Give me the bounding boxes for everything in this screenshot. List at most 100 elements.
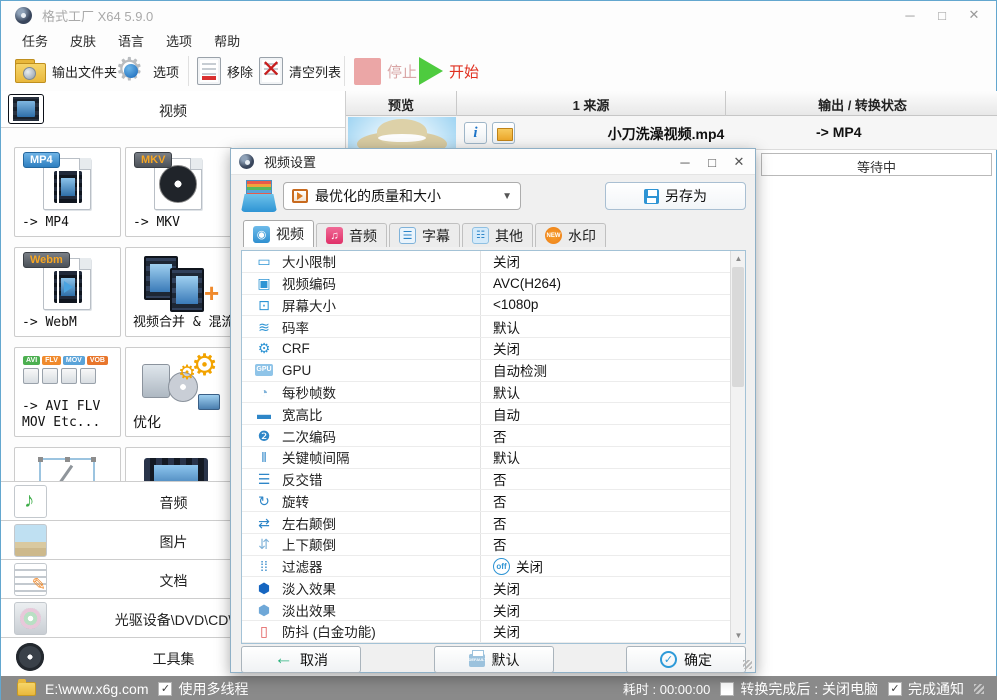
format-factory-window: 格式工厂 X64 5.9.0 ─ □ ✕ 任务 皮肤 语言 选项 帮助 输出文件… xyxy=(0,0,997,700)
setting-value[interactable]: 关闭 xyxy=(481,338,731,358)
info-button[interactable]: i xyxy=(464,122,487,144)
setting-value[interactable]: 关闭 xyxy=(481,621,731,641)
other-tab-icon: ☷ xyxy=(472,227,489,244)
tab-audio[interactable]: ♫ 音频 xyxy=(316,223,387,247)
clear-list-button[interactable]: ✕ 清空列表 xyxy=(259,53,341,89)
vertical-scrollbar[interactable]: ▲ ▼ xyxy=(730,251,745,643)
menu-task[interactable]: 任务 xyxy=(11,29,59,52)
notify-checkbox[interactable]: ✓ xyxy=(888,681,902,696)
setting-row[interactable]: ☰ 反交错 否 xyxy=(242,468,731,491)
shutdown-checkbox[interactable] xyxy=(720,681,735,696)
card-video-merge[interactable]: + 视频合并 & 混流 xyxy=(125,247,234,337)
dialog-maximize-button[interactable]: □ xyxy=(702,155,722,170)
setting-value[interactable]: 默认 xyxy=(481,317,731,337)
setting-row[interactable]: ❷ 二次编码 否 xyxy=(242,425,731,447)
preset-tray-icon xyxy=(241,180,277,212)
source-filename: 小刀洗澡视频.mp4 xyxy=(607,126,725,142)
setting-value[interactable]: AVC(H264) xyxy=(481,276,731,291)
options-button[interactable]: ⚙ 选项 xyxy=(115,51,179,89)
dialog-minimize-button[interactable]: ─ xyxy=(675,155,695,170)
output-folder-button[interactable]: 输出文件夹 xyxy=(15,53,117,89)
default-button[interactable]: 默认 xyxy=(434,646,554,673)
chevron-down-icon: ▼ xyxy=(502,190,512,202)
notify-option[interactable]: ✓ 完成通知 xyxy=(888,679,964,699)
stop-button[interactable]: 停止 xyxy=(354,53,417,89)
setting-value[interactable]: 关闭 xyxy=(481,600,731,620)
setting-row[interactable]: ▯ 防抖 (白金功能) 关闭 xyxy=(242,621,731,643)
ok-button[interactable]: ✓ 确定 xyxy=(626,646,746,673)
setting-label: 淡入效果 xyxy=(282,581,336,597)
setting-label: 二次编码 xyxy=(282,429,336,445)
maximize-button[interactable]: □ xyxy=(928,3,956,27)
setting-row[interactable]: GPU GPU 自动检测 xyxy=(242,359,731,382)
setting-value[interactable]: 自动 xyxy=(481,404,731,424)
output-path[interactable]: E:\www.x6g.com xyxy=(45,681,148,697)
setting-row[interactable]: ▭ 大小限制 关闭 xyxy=(242,251,731,273)
menu-options[interactable]: 选项 xyxy=(155,29,203,52)
scroll-down-icon[interactable]: ▼ xyxy=(731,628,746,643)
setting-row[interactable]: ⁞⁞ 过滤器 off 关闭 xyxy=(242,555,731,578)
multithread-option[interactable]: ✓ 使用多线程 xyxy=(158,679,248,699)
subtitle-tab-icon: ☰ xyxy=(399,227,416,244)
setting-row[interactable]: ⚙ CRF 关闭 xyxy=(242,338,731,360)
setting-row[interactable]: ▬ 宽高比 自动 xyxy=(242,403,731,426)
task-row[interactable]: i 小刀洗澡视频.mp4 -> MP4 xyxy=(346,116,997,150)
setting-value[interactable]: 关闭 xyxy=(481,578,731,598)
menu-language[interactable]: 语言 xyxy=(107,29,155,52)
window-resize-grip[interactable] xyxy=(974,683,984,694)
minimize-button[interactable]: ─ xyxy=(896,3,924,27)
setting-value[interactable]: 否 xyxy=(481,534,731,554)
deinterlace-icon: ☰ xyxy=(257,471,271,488)
column-output-status[interactable]: 输出 / 转换状态 xyxy=(727,95,997,114)
menu-help[interactable]: 帮助 xyxy=(203,29,251,52)
card-to-mp4[interactable]: MP4 -> MP4 xyxy=(14,147,121,237)
tab-other[interactable]: ☷ 其他 xyxy=(462,223,533,247)
setting-row[interactable]: ↻ 旋转 否 xyxy=(242,490,731,513)
tab-subtitle[interactable]: ☰ 字幕 xyxy=(389,223,460,247)
save-as-button[interactable]: 另存为 xyxy=(605,182,746,210)
setting-value[interactable]: 默认 xyxy=(481,447,731,467)
setting-row[interactable]: ⇄ 左右颠倒 否 xyxy=(242,512,731,534)
dialog-close-button[interactable]: ✕ xyxy=(729,154,749,170)
preset-dropdown[interactable]: 最优化的质量和大小 ▼ xyxy=(283,182,521,210)
setting-value[interactable]: <1080p xyxy=(481,297,731,312)
setting-row[interactable]: ‖ 关键帧间隔 默认 xyxy=(242,446,731,469)
setting-value[interactable]: off 关闭 xyxy=(481,556,731,576)
tab-watermark[interactable]: NEW 水印 xyxy=(535,223,606,247)
card-optimize[interactable]: ⚙ ⚙ 优化 xyxy=(125,347,232,437)
setting-row[interactable]: ◔ 每秒帧数 默认 xyxy=(242,381,731,404)
tab-video[interactable]: ◉ 视频 xyxy=(243,220,314,247)
dialog-resize-grip[interactable] xyxy=(743,660,752,669)
start-button[interactable]: 开始 xyxy=(419,53,479,89)
column-preview[interactable]: 预览 xyxy=(346,95,456,114)
column-source[interactable]: 1 来源 xyxy=(456,91,726,116)
card-to-webm[interactable]: Webm -> WebM xyxy=(14,247,121,337)
webm-badge: Webm xyxy=(23,252,70,268)
setting-row[interactable]: ≋ 码率 默认 xyxy=(242,316,731,339)
card-to-mkv[interactable]: MKV -> MKV xyxy=(125,147,232,237)
remove-button[interactable]: 移除 xyxy=(197,53,253,89)
after-done-option[interactable]: 转换完成后 : 关闭电脑 xyxy=(720,679,878,699)
setting-value[interactable]: 否 xyxy=(481,469,731,489)
setting-value[interactable]: 否 xyxy=(481,426,731,446)
card-to-avi-flv-mov[interactable]: AVI FLV MOV VOB -> AVI FLV MOV Etc... xyxy=(14,347,121,437)
setting-row[interactable]: ⇵ 上下颠倒 否 xyxy=(242,533,731,556)
setting-row[interactable]: ⬢ 淡出效果 关闭 xyxy=(242,599,731,622)
menu-skin[interactable]: 皮肤 xyxy=(59,29,107,52)
setting-row[interactable]: ▣ 视频编码 AVC(H264) xyxy=(242,272,731,295)
cancel-button[interactable]: ← 取消 xyxy=(241,646,361,673)
setting-value[interactable]: 否 xyxy=(481,513,731,533)
setting-value[interactable]: 关闭 xyxy=(481,251,731,271)
close-button[interactable]: ✕ xyxy=(960,3,988,27)
sidebar-header-video[interactable]: 视频 xyxy=(1,91,345,128)
output-path-folder-icon[interactable] xyxy=(17,678,36,696)
scrollbar-thumb[interactable] xyxy=(732,267,744,387)
setting-value[interactable]: 自动检测 xyxy=(481,360,731,380)
open-folder-button[interactable] xyxy=(492,122,515,144)
setting-value[interactable]: 默认 xyxy=(481,382,731,402)
scroll-up-icon[interactable]: ▲ xyxy=(731,251,746,266)
setting-row[interactable]: ⬢ 淡入效果 关闭 xyxy=(242,577,731,600)
setting-row[interactable]: ⊡ 屏幕大小 <1080p xyxy=(242,294,731,317)
multithread-checkbox[interactable]: ✓ xyxy=(158,681,173,696)
setting-value[interactable]: 否 xyxy=(481,491,731,511)
